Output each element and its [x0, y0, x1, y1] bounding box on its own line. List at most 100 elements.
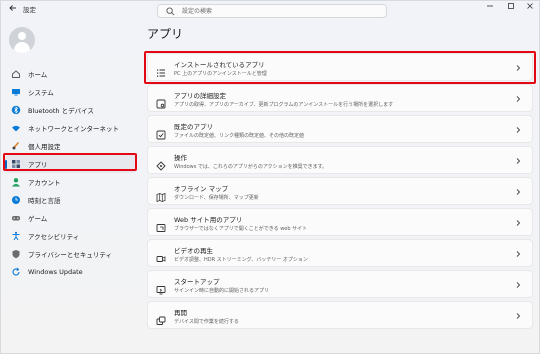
sidebar-item[interactable]: Windows Update — [5, 263, 137, 281]
app-title: 設定 — [23, 6, 36, 14]
apps-icon — [11, 159, 21, 169]
close-button[interactable] — [523, 2, 537, 14]
sidebar-item-label: Windows Update — [28, 268, 83, 276]
card-subtitle: アプリの取得、アプリのアーカイブ、更新プログラムのアンインストールを行う場所を選… — [174, 102, 394, 108]
settings-window: 設定 ホームシステム Bluetooth とデバイスネットワークとインターネット個… — [0, 0, 540, 354]
list-icon — [156, 63, 166, 77]
sidebar-item[interactable]: 個人用設定 — [5, 137, 137, 155]
card-subtitle: ダウンロード、保存場所、マップ更新 — [174, 195, 259, 201]
settings-card[interactable]: アプリの詳細設定アプリの取得、アプリのアーカイブ、更新プログラムのアンインストー… — [147, 84, 533, 112]
sidebar-item[interactable]: ホーム — [5, 65, 137, 83]
map-icon — [156, 187, 166, 203]
card-title: オフライン マップ — [174, 185, 229, 193]
chevron-right-icon — [516, 158, 521, 164]
card-title: アプリの詳細設定 — [174, 92, 226, 100]
avatar[interactable] — [9, 27, 35, 53]
chevron-right-icon — [516, 313, 521, 319]
sidebar-item-label: アクセシビリティ — [28, 233, 80, 241]
web-apps-icon — [156, 218, 166, 232]
sidebar-item-label: システム — [28, 89, 54, 97]
minimize-icon — [487, 5, 493, 7]
app-settings-icon — [156, 94, 166, 109]
sidebar-item-label: アカウント — [28, 179, 61, 187]
chevron-right-icon — [516, 127, 521, 133]
sidebar-item[interactable]: ネットワークとインターネット — [5, 119, 137, 137]
sidebar-item[interactable]: アプリ — [5, 155, 137, 173]
card-subtitle: ファイルの既定値、リンク種類の既定値、その他の既定値 — [174, 133, 305, 139]
avatar-head — [18, 32, 26, 40]
update-icon — [11, 267, 21, 277]
chevron-right-icon — [516, 65, 521, 71]
account-icon — [11, 177, 21, 187]
sidebar-item-label: Bluetooth とデバイス — [28, 107, 94, 115]
sidebar-item[interactable]: Bluetooth とデバイス — [5, 101, 137, 119]
card-subtitle: ブラウザーではなくアプリで開くことができる web サイト — [174, 226, 308, 232]
close-icon — [527, 3, 533, 9]
card-subtitle: Windows では、これらのアプリがらのアクションを推奨できます。 — [174, 164, 328, 170]
card-title: スタートアップ — [174, 278, 220, 286]
settings-card[interactable]: 操作 Windows では、これらのアプリがらのアクションを推奨できます。 — [147, 146, 533, 174]
avatar-body — [14, 42, 30, 53]
card-subtitle: デバイス間で作業を続行する — [174, 319, 239, 325]
sidebar-item-label: 時刻と言語 — [28, 197, 61, 205]
wifi-icon — [11, 123, 21, 133]
sidebar-item-label: 個人用設定 — [28, 143, 61, 151]
sidebar-nav: ホームシステム Bluetooth とデバイスネットワークとインターネット 個人用設… — [5, 65, 137, 281]
card-title: インストールされているアプリ — [174, 61, 265, 69]
card-title: 既定のアプリ — [174, 123, 213, 131]
back-arrow-icon — [9, 5, 16, 11]
sidebar-item[interactable]: プライバシーとセキュリティ — [5, 245, 137, 263]
settings-card[interactable]: インストールされているアプリ PC 上のアプリのアンインストールと管理 — [147, 53, 533, 81]
back-button[interactable] — [7, 3, 19, 15]
card-subtitle: PC 上のアプリのアンインストールと管理 — [174, 71, 267, 77]
video-icon — [156, 249, 166, 262]
card-subtitle: サインイン時に自動的に開始されるアプリ — [174, 288, 270, 294]
maximize-button[interactable] — [504, 2, 518, 14]
settings-card[interactable]: 既定のアプリファイルの既定値、リンク種類の既定値、その他の既定値 — [147, 115, 533, 143]
sidebar-item[interactable]: 時刻と言語 — [5, 191, 137, 209]
sidebar-item-label: ホーム — [28, 71, 48, 79]
settings-card[interactable]: ビデオの再生ビデオ調整、HDR ストリーミング、バッテリー オプション — [147, 239, 533, 267]
shield-icon — [11, 249, 21, 259]
card-subtitle: ビデオ調整、HDR ストリーミング、バッテリー オプション — [174, 257, 308, 263]
sidebar-item[interactable]: アクセシビリティ — [5, 227, 137, 245]
home-icon — [11, 69, 21, 79]
chevron-right-icon — [516, 282, 521, 288]
chevron-right-icon — [516, 251, 521, 257]
card-title: ビデオの再生 — [174, 247, 213, 255]
resume-icon — [156, 311, 166, 325]
card-title: 操作 — [174, 154, 187, 162]
gamepad-icon — [11, 213, 21, 223]
chevron-right-icon — [516, 189, 521, 195]
accessibility-icon — [11, 231, 21, 241]
sidebar-item-label: ネットワークとインターネット — [28, 125, 119, 133]
card-title: Web サイト用のアプリ — [174, 216, 243, 224]
sidebar-item[interactable]: アカウント — [5, 173, 137, 191]
settings-card[interactable]: Web サイト用のアプリブラウザーではなくアプリで開くことができる web サイ… — [147, 208, 533, 236]
sidebar-item[interactable]: システム — [5, 83, 137, 101]
sidebar-item-label: アプリ — [28, 161, 48, 169]
actions-icon — [156, 156, 166, 171]
title-bar: 設定 — [1, 1, 540, 19]
chevron-right-icon — [516, 220, 521, 226]
active-indicator — [5, 160, 7, 169]
time-language-icon — [11, 195, 21, 205]
apps-settings-list: インストールされているアプリ PC 上のアプリのアンインストールと管理 アプリの詳細… — [147, 53, 533, 332]
search-input[interactable] — [182, 6, 377, 17]
settings-card[interactable]: 再開 デバイス間で作業を続行する — [147, 301, 533, 329]
sidebar-item-label: プライバシーとセキュリティ — [28, 251, 112, 259]
page-title: アプリ — [147, 27, 184, 41]
settings-card[interactable]: オフライン マップダウンロード、保存場所、マップ更新 — [147, 177, 533, 205]
system-icon — [11, 87, 21, 97]
default-apps-icon — [156, 125, 166, 140]
search-box[interactable] — [157, 4, 387, 18]
bluetooth-icon — [11, 105, 21, 115]
search-icon — [166, 7, 175, 16]
settings-card[interactable]: スタートアップサインイン時に自動的に開始されるアプリ — [147, 270, 533, 298]
sidebar-item[interactable]: ゲーム — [5, 209, 137, 227]
sidebar-item-label: ゲーム — [28, 215, 48, 223]
startup-icon — [156, 280, 166, 295]
maximize-icon — [508, 3, 514, 9]
minimize-button[interactable] — [483, 2, 497, 14]
brush-icon — [11, 141, 21, 151]
